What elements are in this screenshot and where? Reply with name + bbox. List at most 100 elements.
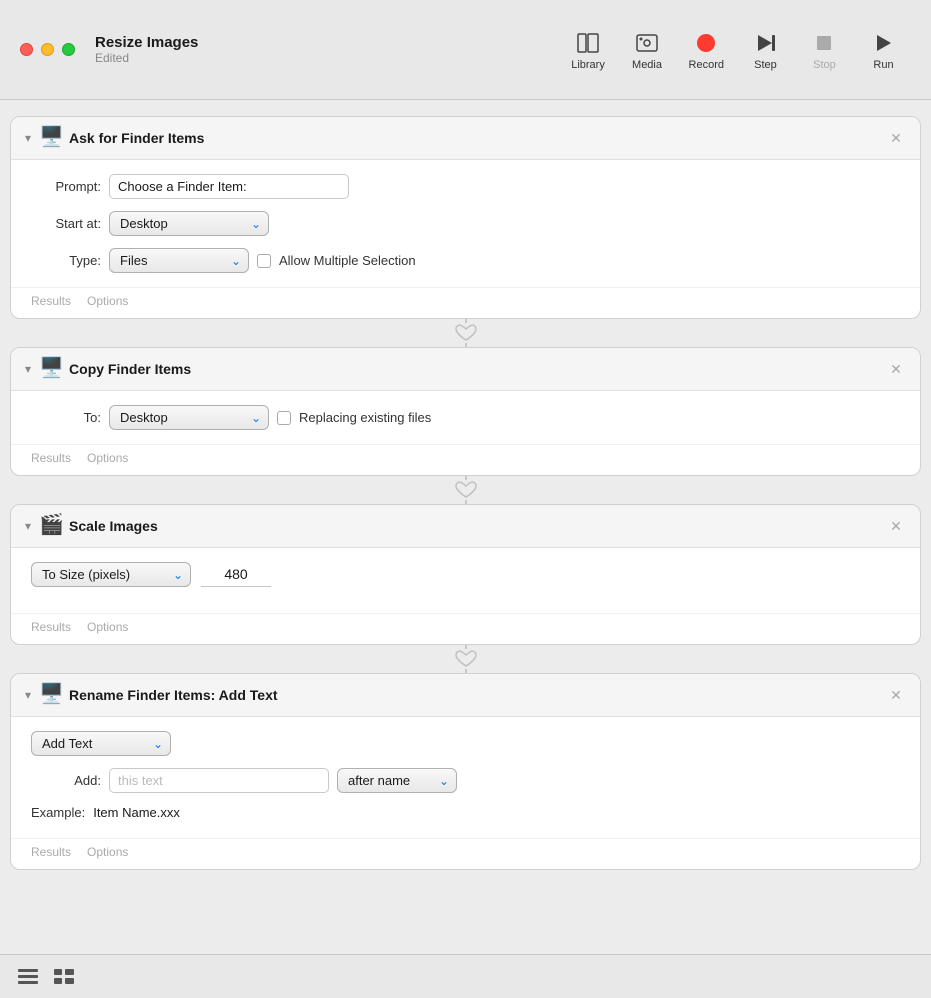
run-button[interactable]: Run: [856, 23, 911, 77]
type-row: Type: Files ⌄ Allow Multiple Selection: [31, 248, 900, 273]
rename-finder-results-link[interactable]: Results: [31, 845, 71, 859]
copy-finder-header: ▾ 🖥️ Copy Finder Items ✕: [11, 348, 920, 391]
ask-finder-header: ▾ 🖥️ Ask for Finder Items ✕: [11, 117, 920, 160]
to-select[interactable]: Desktop: [109, 405, 269, 430]
scale-images-results-link[interactable]: Results: [31, 620, 71, 634]
allow-multiple-checkbox[interactable]: [257, 254, 271, 268]
scale-images-title: Scale Images: [69, 518, 878, 534]
record-label: Record: [689, 59, 724, 71]
position-select-wrapper: after name ⌄: [337, 768, 457, 793]
add-text-input[interactable]: [109, 768, 329, 793]
titlebar: Resize Images Edited Library Med: [0, 0, 931, 100]
to-row: To: Desktop ⌄ Replacing existing files: [31, 405, 900, 430]
stop-label: Stop: [813, 59, 836, 71]
scale-images-header: ▾ 🎬 Scale Images ✕: [11, 505, 920, 548]
example-label: Example:: [31, 805, 85, 820]
mode-row: Add Text ⌄: [31, 731, 900, 756]
media-icon: [633, 29, 661, 57]
start-at-select-wrapper: Desktop ⌄: [109, 211, 269, 236]
stop-button[interactable]: Stop: [797, 23, 852, 77]
list-view-button[interactable]: [16, 965, 40, 989]
start-at-select[interactable]: Desktop: [109, 211, 269, 236]
rename-finder-card: ▾ 🖥️ Rename Finder Items: Add Text ✕ Add…: [10, 673, 921, 870]
rename-finder-title: Rename Finder Items: Add Text: [69, 687, 878, 703]
scale-type-wrapper: To Size (pixels) ⌄: [31, 562, 191, 587]
connector-3: [10, 645, 921, 673]
record-button[interactable]: Record: [679, 23, 734, 77]
record-icon: [692, 29, 720, 57]
pixels-input[interactable]: [201, 562, 271, 587]
connector-heart-1: [452, 323, 480, 343]
scale-images-body: To Size (pixels) ⌄: [11, 548, 920, 613]
close-button[interactable]: [20, 43, 33, 56]
copy-finder-close[interactable]: ✕: [886, 359, 906, 379]
allow-multiple-label: Allow Multiple Selection: [279, 253, 416, 268]
scale-images-close[interactable]: ✕: [886, 516, 906, 536]
ask-finder-icon: 🖥️: [39, 127, 61, 149]
connector-1: [10, 319, 921, 347]
ask-finder-card: ▾ 🖥️ Ask for Finder Items ✕ Prompt: Star…: [10, 116, 921, 319]
main-content: ▾ 🖥️ Ask for Finder Items ✕ Prompt: Star…: [0, 100, 931, 886]
mode-select-wrapper: Add Text ⌄: [31, 731, 171, 756]
ask-finder-close[interactable]: ✕: [886, 128, 906, 148]
step-label: Step: [754, 59, 777, 71]
bottom-toolbar: [0, 954, 931, 998]
start-at-label: Start at:: [31, 216, 101, 231]
library-icon: [574, 29, 602, 57]
copy-finder-results-link[interactable]: Results: [31, 451, 71, 465]
rename-finder-close[interactable]: ✕: [886, 685, 906, 705]
add-label: Add:: [31, 773, 101, 788]
app-title-subtitle: Edited: [95, 51, 198, 65]
copy-finder-card: ▾ 🖥️ Copy Finder Items ✕ To: Desktop ⌄ R…: [10, 347, 921, 476]
rename-finder-options-link[interactable]: Options: [87, 845, 128, 859]
replacing-label: Replacing existing files: [299, 410, 431, 425]
type-label: Type:: [31, 253, 101, 268]
toolbar: Library Media Record: [561, 23, 911, 77]
run-label: Run: [873, 59, 893, 71]
ask-finder-footer: Results Options: [11, 287, 920, 318]
scale-images-options-link[interactable]: Options: [87, 620, 128, 634]
example-value: Item Name.xxx: [93, 805, 180, 820]
rename-finder-chevron[interactable]: ▾: [25, 688, 31, 702]
scale-images-chevron[interactable]: ▾: [25, 519, 31, 533]
app-title-name: Resize Images: [95, 34, 198, 51]
step-icon: [751, 29, 779, 57]
ask-finder-title: Ask for Finder Items: [69, 130, 878, 146]
scale-images-footer: Results Options: [11, 613, 920, 644]
type-select[interactable]: Files: [109, 248, 249, 273]
step-button[interactable]: Step: [738, 23, 793, 77]
position-select[interactable]: after name: [337, 768, 457, 793]
maximize-button[interactable]: [62, 43, 75, 56]
ask-finder-options-link[interactable]: Options: [87, 294, 128, 308]
ask-finder-body: Prompt: Start at: Desktop ⌄ Type: Files: [11, 160, 920, 287]
ask-finder-chevron[interactable]: ▾: [25, 131, 31, 145]
connector-2: [10, 476, 921, 504]
library-button[interactable]: Library: [561, 23, 616, 77]
scale-type-select[interactable]: To Size (pixels): [31, 562, 191, 587]
prompt-row: Prompt:: [31, 174, 900, 199]
prompt-label: Prompt:: [31, 179, 101, 194]
copy-finder-body: To: Desktop ⌄ Replacing existing files: [11, 391, 920, 444]
copy-finder-icon: 🖥️: [39, 358, 61, 380]
copy-finder-chevron[interactable]: ▾: [25, 362, 31, 376]
scale-row: To Size (pixels) ⌄: [31, 562, 900, 587]
library-label: Library: [571, 59, 605, 71]
scale-images-icon: 🎬: [39, 515, 61, 537]
ask-finder-results-link[interactable]: Results: [31, 294, 71, 308]
replacing-checkbox[interactable]: [277, 411, 291, 425]
app-title: Resize Images Edited: [95, 34, 198, 65]
traffic-lights: [20, 43, 75, 56]
connector-heart-2: [452, 480, 480, 500]
grid-view-button[interactable]: [52, 965, 76, 989]
minimize-button[interactable]: [41, 43, 54, 56]
mode-select[interactable]: Add Text: [31, 731, 171, 756]
type-select-wrapper: Files ⌄: [109, 248, 249, 273]
copy-finder-options-link[interactable]: Options: [87, 451, 128, 465]
media-button[interactable]: Media: [620, 23, 675, 77]
copy-finder-title: Copy Finder Items: [69, 361, 878, 377]
to-select-wrapper: Desktop ⌄: [109, 405, 269, 430]
prompt-input[interactable]: [109, 174, 349, 199]
to-label: To:: [31, 410, 101, 425]
scale-images-card: ▾ 🎬 Scale Images ✕ To Size (pixels) ⌄ Re…: [10, 504, 921, 645]
run-icon: [869, 29, 897, 57]
